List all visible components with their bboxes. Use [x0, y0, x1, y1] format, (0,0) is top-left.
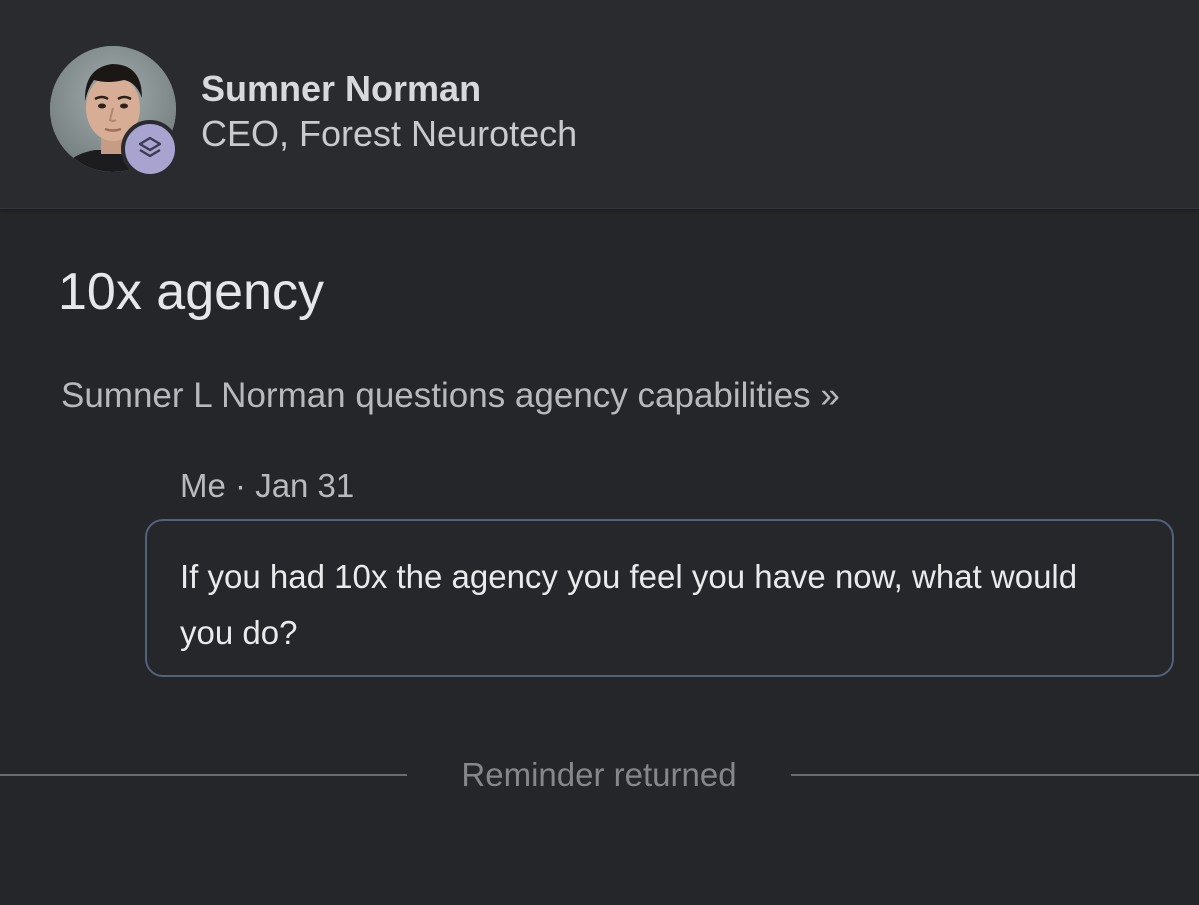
contact-subtitle: CEO, Forest Neurotech: [201, 113, 578, 154]
note-card[interactable]: If you had 10x the agency you feel you h…: [145, 519, 1174, 677]
divider-line-right: [791, 774, 1199, 776]
divider-line-left: [0, 774, 407, 776]
conversation-summary-link[interactable]: Sumner L Norman questions agency capabil…: [61, 376, 840, 416]
contact-header: Sumner Norman CEO, Forest Neurotech: [0, 0, 1199, 209]
page-title: 10x agency: [58, 263, 324, 321]
note-date: Jan 31: [255, 467, 355, 504]
avatar[interactable]: [50, 46, 179, 178]
note-author: Me: [180, 467, 226, 504]
note-text: If you had 10x the agency you feel you h…: [180, 558, 1078, 651]
meta-separator: ·: [235, 467, 247, 504]
reminder-returned-label: Reminder returned: [461, 756, 737, 793]
layers-icon: [121, 120, 179, 178]
note-meta: Me · Jan 31: [180, 467, 354, 505]
contact-name: Sumner Norman: [201, 68, 482, 109]
